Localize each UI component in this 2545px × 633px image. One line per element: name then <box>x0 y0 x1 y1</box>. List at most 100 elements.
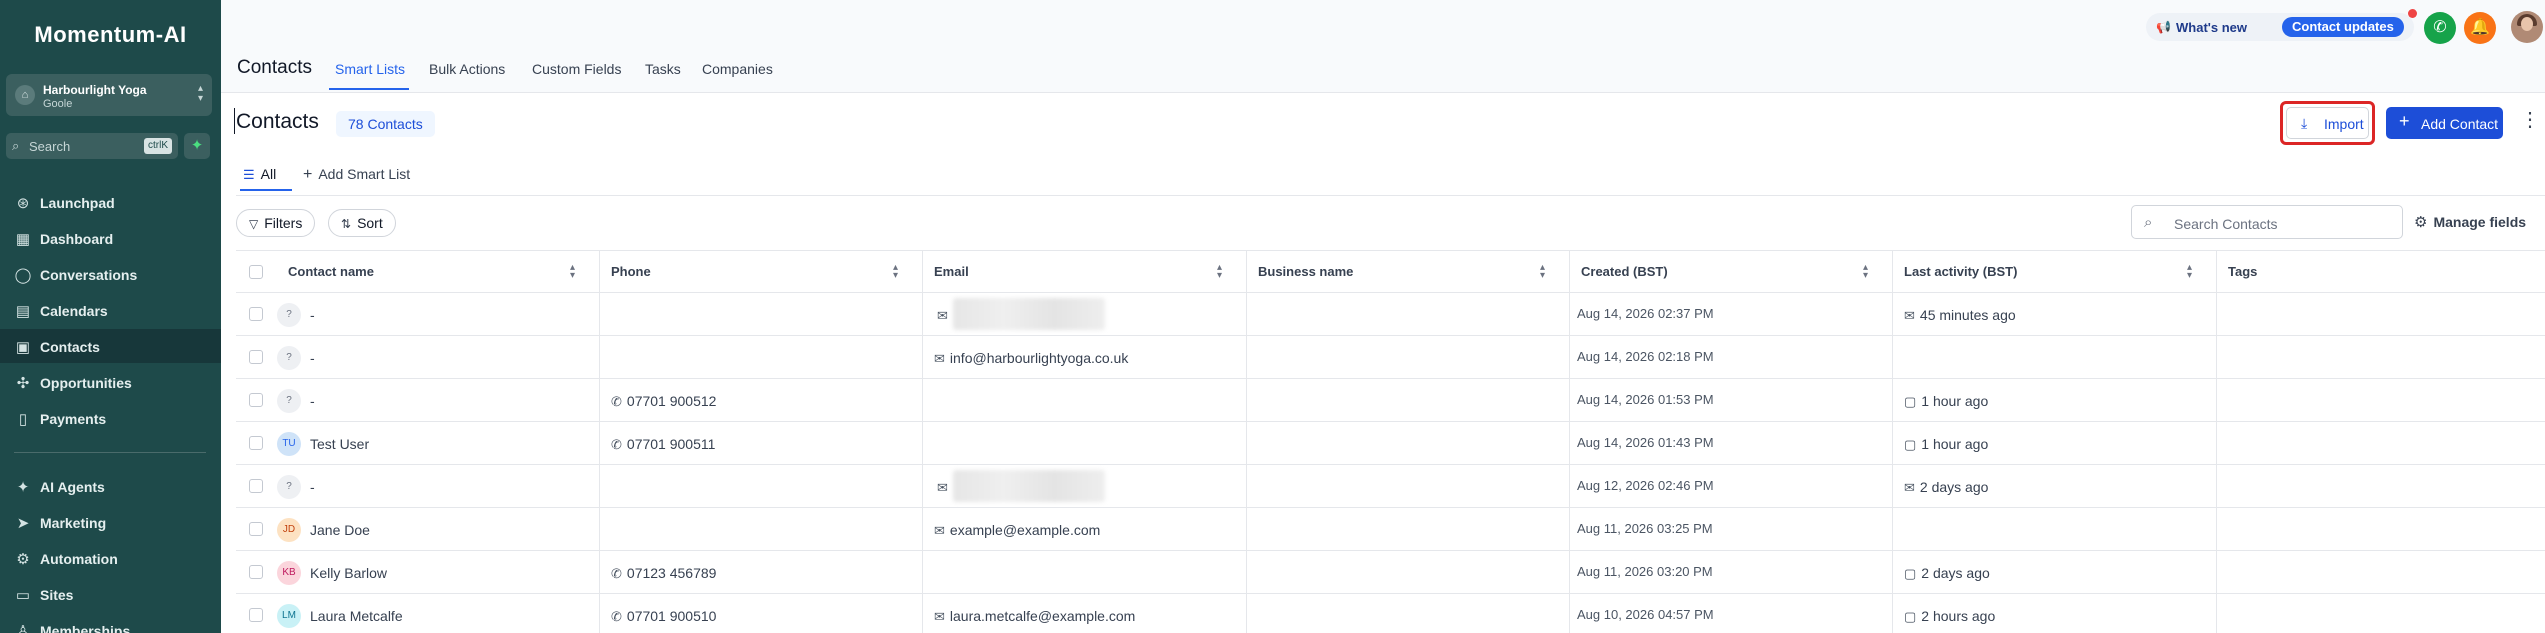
user-avatar[interactable] <box>2511 11 2543 43</box>
row-checkbox[interactable] <box>249 479 263 493</box>
row-checkbox[interactable] <box>249 436 263 450</box>
table-row[interactable]: LM Laura Metcalfe ✆ 07701 900510 ✉ laura.metc… <box>236 594 2545 633</box>
tab-companies[interactable]: Companies <box>702 61 773 77</box>
sort-arrows-icon[interactable]: ▴ ▾ <box>1863 263 1868 281</box>
sidebar-item-conversations[interactable]: ◯ Conversations <box>0 257 221 291</box>
email-icon: ✉ <box>934 351 945 366</box>
sidebar-item-calendars[interactable]: ▤ Calendars <box>0 293 221 327</box>
contact-name[interactable]: - <box>310 307 315 323</box>
table-row[interactable]: ? - ✉ info@harbourlightyoga.co.uk Aug 14, 20… <box>236 336 2545 379</box>
contact-name[interactable]: Kelly Barlow <box>310 565 387 581</box>
row-checkbox[interactable] <box>249 307 263 321</box>
sort-arrows-icon[interactable]: ▴ ▾ <box>893 263 898 281</box>
plus-icon: + <box>2399 111 2410 131</box>
table-row[interactable]: KB Kelly Barlow ✆ 07123 456789 Aug 11, 2026 … <box>236 551 2545 594</box>
sidebar-item-automation[interactable]: ⚙ Automation <box>0 541 221 575</box>
phone-cell[interactable]: ✆ 07701 900510 <box>611 608 716 625</box>
manage-fields-button[interactable]: ⚙ Manage fields <box>2414 213 2526 231</box>
tab-smart-lists[interactable]: Smart Lists <box>335 61 405 77</box>
filters-button[interactable]: ▽ Filters <box>236 209 316 237</box>
sidebar-item-sites[interactable]: ▭ Sites <box>0 577 221 611</box>
sidebar-item-label: Dashboard <box>40 231 114 247</box>
dashboard-icon: ▦ <box>15 231 31 248</box>
phone-icon: ✆ <box>611 437 622 452</box>
whats-new-label: What's new <box>2176 20 2247 35</box>
contact-name[interactable]: Test User <box>310 436 369 452</box>
email-cell[interactable]: ✉ example@example.com <box>934 522 1100 539</box>
table-row[interactable]: TU Test User ✆ 07701 900511 Aug 14, 2026 01:… <box>236 422 2545 465</box>
account-switcher[interactable]: ⌂ Harbourlight Yoga Goole ▴ ▾ <box>6 74 212 116</box>
sort-arrows-icon[interactable]: ▴ ▾ <box>1217 263 1222 281</box>
avatar: ? <box>277 303 301 327</box>
sidebar-item-contacts[interactable]: ▣ Contacts <box>0 329 221 363</box>
table-row[interactable]: ? - ✉ Aug 14, 2026 02:37 PM ✉ 45 minutes ago <box>236 293 2545 336</box>
contact-name[interactable]: Jane Doe <box>310 522 370 538</box>
table-header: Contact name ▴ ▾ Phone ▴ ▾ Email ▴ ▾ Busine… <box>236 250 2545 293</box>
sort-arrows-icon[interactable]: ▴ ▾ <box>2187 263 2192 281</box>
row-checkbox[interactable] <box>249 393 263 407</box>
search-icon: ⌕ <box>12 138 20 153</box>
column-created[interactable]: Created (BST) <box>1581 264 1668 279</box>
contact-name[interactable]: - <box>310 479 315 495</box>
add-contact-button[interactable]: + Add Contact <box>2386 107 2503 139</box>
phone-cell[interactable]: ✆ 07701 900511 <box>611 436 715 453</box>
row-checkbox[interactable] <box>249 565 263 579</box>
smart-list-tab-all[interactable]: ☰ All <box>243 166 276 183</box>
sidebar-item-label: Conversations <box>40 267 138 283</box>
tab-custom-fields[interactable]: Custom Fields <box>532 61 621 77</box>
row-checkbox[interactable] <box>249 608 263 622</box>
avatar: ? <box>277 389 301 413</box>
email-cell[interactable]: ✉ laura.metcalfe@example.com <box>934 608 1135 625</box>
column-business-name[interactable]: Business name <box>1258 264 1353 279</box>
phone-cell[interactable]: ✆ 07123 456789 <box>611 565 716 582</box>
redacted-email <box>953 470 1105 502</box>
sort-button[interactable]: ⇅ Sort <box>328 209 396 237</box>
download-icon: ⤓ <box>2301 115 2308 131</box>
phone-cell[interactable]: ✆ 07701 900512 <box>611 393 716 410</box>
row-checkbox[interactable] <box>249 522 263 536</box>
sidebar-item-marketing[interactable]: ➤ Marketing <box>0 505 221 539</box>
tab-tasks[interactable]: Tasks <box>645 61 681 77</box>
row-checkbox[interactable] <box>249 350 263 364</box>
more-options-icon[interactable]: ⋮ <box>2520 110 2540 130</box>
email-cell[interactable]: ✉ <box>937 479 953 496</box>
sidebar-item-ai-agents[interactable]: ✦ AI Agents <box>0 469 221 503</box>
contact-name[interactable]: - <box>310 350 315 366</box>
sidebar-item-opportunities[interactable]: ✣ Opportunities <box>0 365 221 399</box>
table-row[interactable]: ? - ✉ Aug 12, 2026 02:46 PM ✉ 2 days ago <box>236 465 2545 508</box>
search-contacts-input[interactable]: ⌕ Search Contacts <box>2131 205 2403 239</box>
top-bar: Contacts Smart Lists Bulk Actions Custom… <box>221 0 2545 93</box>
bell-icon[interactable]: 🔔 <box>2464 12 2496 44</box>
add-smart-list-button[interactable]: + Add Smart List <box>303 166 410 184</box>
whats-new-button[interactable]: 📢 What's new Contact updates <box>2146 9 2417 41</box>
smart-list-all-label: All <box>260 166 277 182</box>
import-button[interactable]: ⤓ Import <box>2286 107 2369 139</box>
email-address: info@harbourlightyoga.co.uk <box>949 350 1129 366</box>
sidebar-item-payments[interactable]: ▯ Payments <box>0 401 221 435</box>
sidebar-item-launchpad[interactable]: ⊛ Launchpad <box>0 185 221 219</box>
column-contact-name[interactable]: Contact name <box>288 264 374 279</box>
contact-name[interactable]: Laura Metcalfe <box>310 608 403 624</box>
table-row[interactable]: JD Jane Doe ✉ example@example.com Aug 11, 20… <box>236 508 2545 551</box>
email-cell[interactable]: ✉ info@harbourlightyoga.co.uk <box>934 350 1128 367</box>
table-row[interactable]: ? - ✆ 07701 900512 Aug 14, 2026 01:53 PM ▢ 1 h… <box>236 379 2545 422</box>
sidebar-search[interactable]: ⌕ Search ctrlK <box>6 133 178 159</box>
select-all-checkbox[interactable] <box>249 265 263 279</box>
column-last-activity[interactable]: Last activity (BST) <box>1904 264 2017 279</box>
email-address: example@example.com <box>949 522 1101 538</box>
phone-icon[interactable]: ✆ <box>2424 12 2456 44</box>
column-phone[interactable]: Phone <box>611 264 651 279</box>
memberships-icon: ♙ <box>16 623 30 633</box>
sidebar-item-memberships[interactable]: ♙ Memberships <box>0 613 221 633</box>
sort-arrows-icon[interactable]: ▴ ▾ <box>1540 263 1545 281</box>
sidebar-item-dashboard[interactable]: ▦ Dashboard <box>0 221 221 255</box>
column-tags[interactable]: Tags <box>2228 264 2257 279</box>
sort-arrows-icon[interactable]: ▴ ▾ <box>570 263 575 281</box>
tab-bulk-actions[interactable]: Bulk Actions <box>429 61 505 77</box>
email-cell[interactable]: ✉ <box>937 307 953 324</box>
contact-name[interactable]: - <box>310 393 315 409</box>
column-email[interactable]: Email <box>934 264 969 279</box>
ai-spark-button[interactable]: ✦ <box>184 133 210 159</box>
payments-icon: ▯ <box>18 411 28 428</box>
search-contacts-placeholder: Search Contacts <box>2174 216 2278 232</box>
